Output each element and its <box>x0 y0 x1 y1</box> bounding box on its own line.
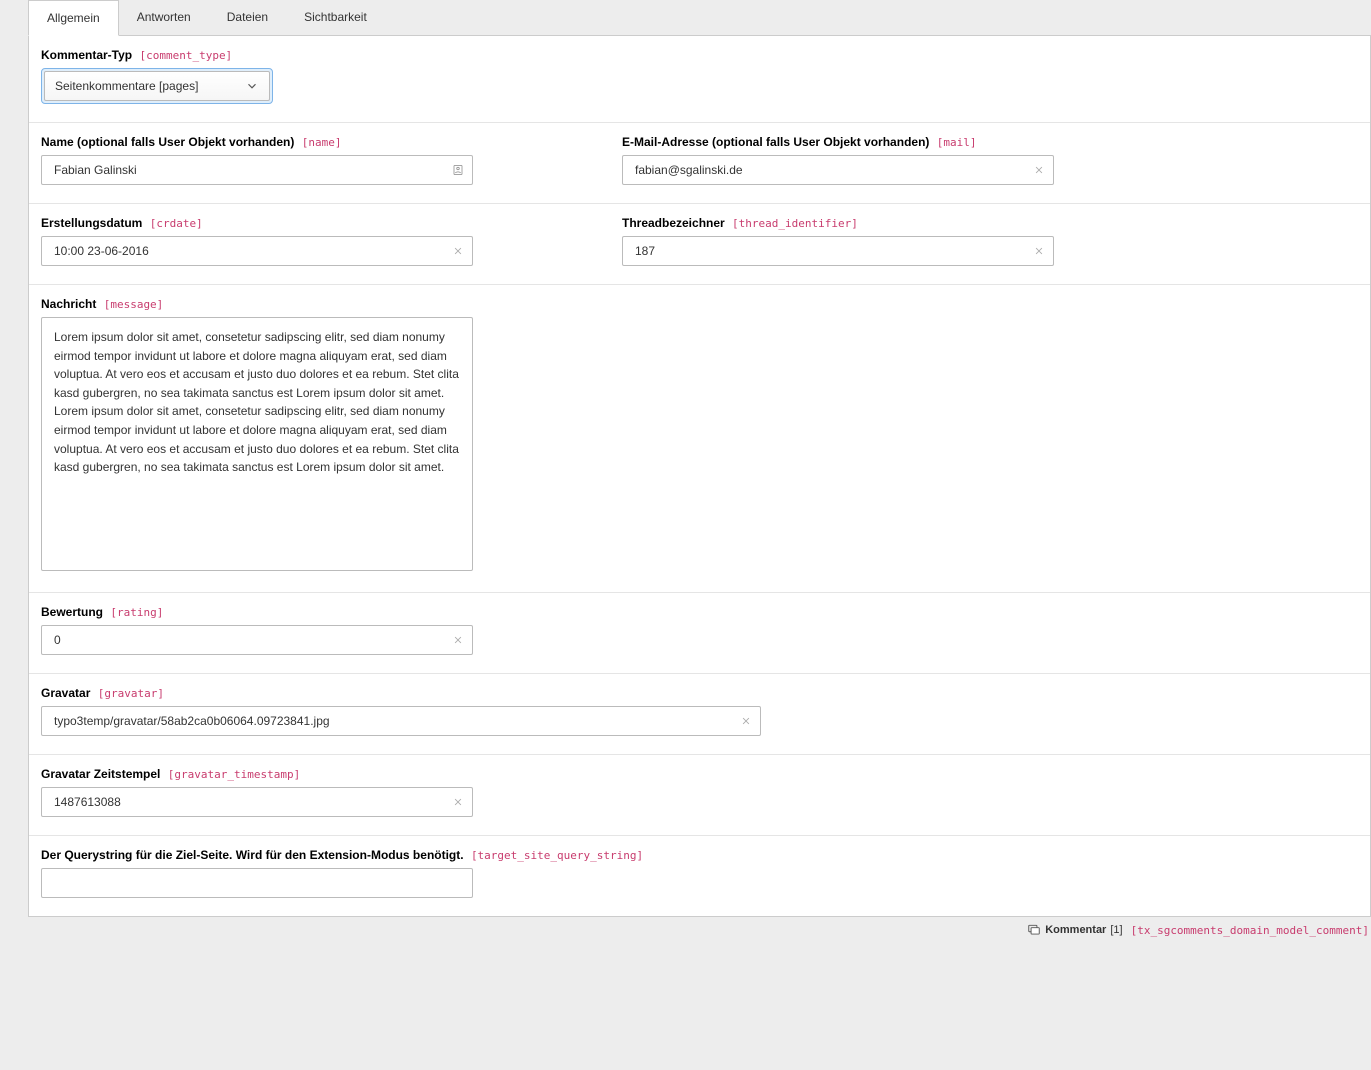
name-input[interactable] <box>41 155 473 185</box>
comment-type-select[interactable]: Seitenkommentare [pages] <box>44 71 270 101</box>
section-rating: Bewertung [rating] <box>29 593 1370 674</box>
tab-answers[interactable]: Antworten <box>119 0 209 35</box>
record-type-footer: Kommentar [1] [tx_sgcomments_domain_mode… <box>28 917 1371 939</box>
section-comment-type: Kommentar-Typ [comment_type] Seitenkomme… <box>29 36 1370 123</box>
rating-label: Bewertung <box>41 605 103 619</box>
tabs-bar: Allgemein Antworten Dateien Sichtbarkeit <box>28 0 1371 36</box>
clear-icon[interactable] <box>451 633 465 647</box>
name-tech: [name] <box>302 136 342 149</box>
section-message: Nachricht [message] <box>29 285 1370 593</box>
chevron-down-icon <box>245 79 259 93</box>
rating-input[interactable] <box>41 625 473 655</box>
tab-files[interactable]: Dateien <box>209 0 286 35</box>
message-tech: [message] <box>104 298 164 311</box>
clear-icon[interactable] <box>739 714 753 728</box>
message-label: Nachricht <box>41 297 96 311</box>
clear-icon[interactable] <box>1032 163 1046 177</box>
thread-label: Threadbezeichner <box>622 216 725 230</box>
mail-input[interactable] <box>622 155 1054 185</box>
clear-icon[interactable] <box>451 244 465 258</box>
gravatar-label: Gravatar <box>41 686 90 700</box>
gravatar-input[interactable] <box>41 706 761 736</box>
gravatar-ts-tech: [gravatar_timestamp] <box>168 768 300 781</box>
gravatar-ts-label: Gravatar Zeitstempel <box>41 767 160 781</box>
mail-label: E-Mail-Adresse (optional falls User Obje… <box>622 135 929 149</box>
tab-general[interactable]: Allgemein <box>28 0 119 36</box>
crdate-input[interactable] <box>41 236 473 266</box>
comment-type-value: Seitenkommentare [pages] <box>55 79 198 93</box>
querystring-tech: [target_site_query_string] <box>471 849 643 862</box>
clear-icon[interactable] <box>451 795 465 809</box>
crdate-label: Erstellungsdatum <box>41 216 142 230</box>
comment-type-tech: [comment_type] <box>139 49 232 62</box>
message-textarea[interactable] <box>41 317 473 571</box>
comment-type-label: Kommentar-Typ <box>41 48 132 62</box>
thread-tech: [thread_identifier] <box>732 217 858 230</box>
section-gravatar-timestamp: Gravatar Zeitstempel [gravatar_timestamp… <box>29 755 1370 836</box>
tab-visibility[interactable]: Sichtbarkeit <box>286 0 385 35</box>
querystring-label: Der Querystring für die Ziel-Seite. Wird… <box>41 848 464 862</box>
comment-record-icon <box>1027 923 1041 937</box>
querystring-input[interactable] <box>41 868 473 898</box>
footer-id: [1] <box>1110 924 1122 936</box>
thread-input[interactable] <box>622 236 1054 266</box>
clear-icon[interactable] <box>1032 244 1046 258</box>
name-label: Name (optional falls User Objekt vorhand… <box>41 135 294 149</box>
section-crdate-thread: Erstellungsdatum [crdate] Threadbezeichn… <box>29 204 1370 285</box>
footer-label: Kommentar <box>1045 924 1106 936</box>
section-gravatar: Gravatar [gravatar] <box>29 674 1370 755</box>
rating-tech: [rating] <box>110 606 163 619</box>
contact-icon <box>451 163 465 177</box>
section-name-mail: Name (optional falls User Objekt vorhand… <box>29 123 1370 204</box>
mail-tech: [mail] <box>937 136 977 149</box>
footer-table: [tx_sgcomments_domain_model_comment] <box>1131 924 1369 937</box>
gravatar-tech: [gravatar] <box>98 687 164 700</box>
section-querystring: Der Querystring für die Ziel-Seite. Wird… <box>29 836 1370 916</box>
gravatar-ts-input[interactable] <box>41 787 473 817</box>
general-panel: Kommentar-Typ [comment_type] Seitenkomme… <box>28 36 1371 917</box>
crdate-tech: [crdate] <box>150 217 203 230</box>
